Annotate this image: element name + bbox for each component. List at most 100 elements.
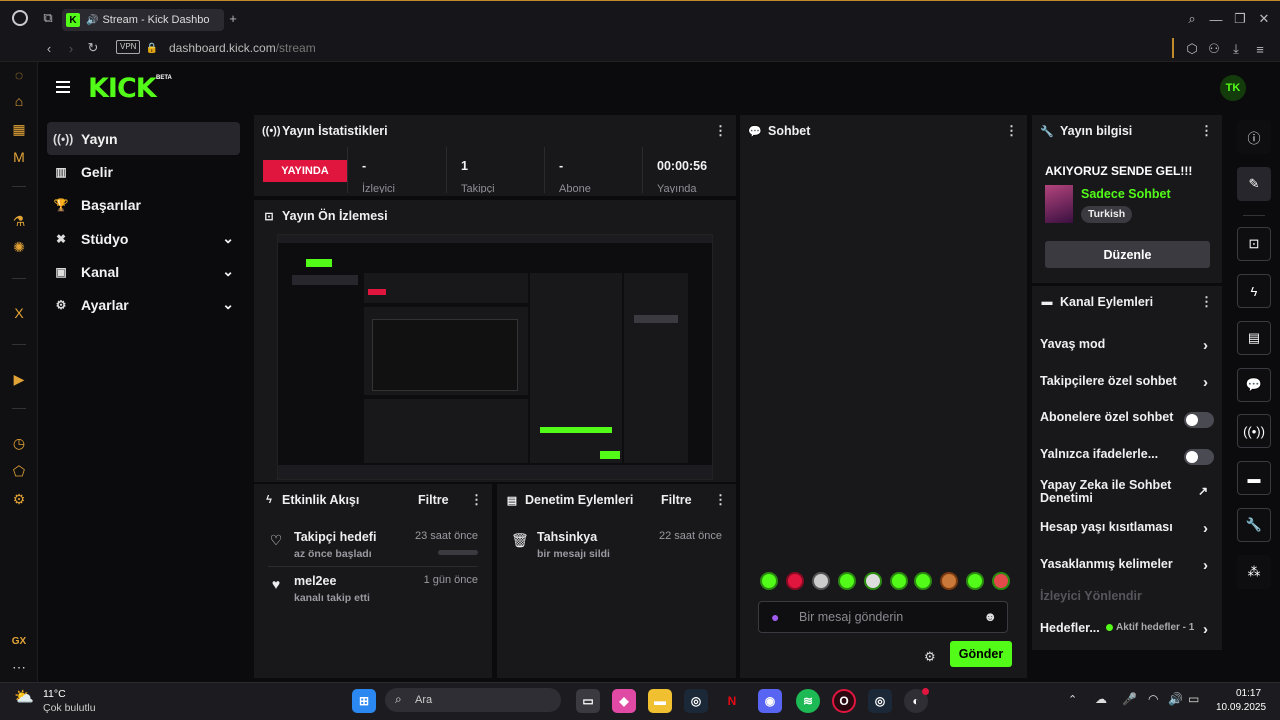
x-twitter-icon[interactable]: X (10, 304, 28, 322)
menu-icon[interactable]: ≡ (1252, 41, 1268, 57)
broadcast-toggle-icon[interactable]: ((•)) (1237, 414, 1271, 448)
emotes-only-toggle[interactable] (1184, 449, 1214, 465)
chevron-up-icon[interactable]: ⌃ (1068, 693, 1077, 706)
task-view-icon[interactable]: ▭ (576, 689, 600, 713)
kick-logo[interactable]: KICK (88, 73, 157, 104)
preview-toggle-icon[interactable]: ⊡ (1237, 227, 1271, 261)
minimize-icon[interactable]: — (1208, 11, 1224, 27)
emote-icon[interactable] (890, 572, 908, 590)
more-icon[interactable]: ⋯ (10, 658, 28, 676)
chat-settings-icon[interactable]: ⚙ (924, 649, 936, 665)
chatgpt-icon[interactable]: ✺ (10, 238, 28, 256)
subscribers-only-toggle[interactable] (1184, 412, 1214, 428)
battery-icon[interactable]: ▭ (1188, 692, 1199, 706)
steam-icon[interactable]: ◎ (684, 689, 708, 713)
action-account-age[interactable]: Hesap yaşı kısıtlaması › (1040, 520, 1214, 542)
forward-icon[interactable]: › (64, 41, 78, 56)
more-options-icon[interactable]: ⋮ (714, 493, 727, 507)
restore-icon[interactable]: ❐ (1232, 11, 1248, 27)
opera-logo-icon[interactable] (12, 10, 28, 26)
emote-icon[interactable] (786, 572, 804, 590)
file-explorer-icon[interactable]: ▬ (648, 689, 672, 713)
download-icon[interactable]: ⤓ (1228, 41, 1244, 57)
copilot-icon[interactable]: ◆ (612, 689, 636, 713)
discord-icon[interactable]: ◉ (758, 689, 782, 713)
action-goals[interactable]: Hedefler... Aktif hedefler - 1 › (1040, 621, 1214, 643)
aria-icon[interactable]: ◌ (10, 66, 28, 84)
new-tab-icon[interactable]: + (226, 11, 240, 26)
onedrive-icon[interactable]: ☁ (1095, 692, 1107, 706)
chat-input[interactable]: ● Bir mesaj gönderin ☻ (758, 601, 1008, 633)
edit-pencil-icon[interactable]: ✎ (1237, 167, 1271, 201)
extensions-side-icon[interactable]: ⬠ (10, 462, 28, 480)
user-avatar[interactable]: TK (1220, 75, 1246, 101)
mail-icon[interactable]: M (10, 148, 28, 166)
emote-icon[interactable] (992, 572, 1010, 590)
settings-side-icon[interactable]: ⚙ (10, 490, 28, 508)
netflix-icon[interactable]: N (720, 689, 744, 713)
stream-preview-video[interactable] (277, 234, 713, 480)
layout-icon[interactable]: ⁂ (1237, 555, 1271, 589)
nav-item-gelir[interactable]: ▥ Gelir (47, 155, 240, 188)
browser-tab[interactable]: K 🔊 Stream - Kick Dashbo (62, 9, 224, 31)
category-link[interactable]: Sadece Sohbet (1081, 187, 1171, 201)
activity-toggle-icon[interactable]: ϟ (1237, 274, 1271, 308)
filter-button[interactable]: Filtre (418, 493, 449, 507)
more-options-icon[interactable]: ⋮ (714, 124, 727, 138)
news-icon[interactable]: ▦ (10, 120, 28, 138)
emote-icon[interactable] (760, 572, 778, 590)
clock-date[interactable]: 10.09.2025 (1216, 702, 1266, 713)
more-options-icon[interactable]: ⋮ (470, 493, 483, 507)
nav-item-kanal[interactable]: ▣ Kanal ⌄ (47, 255, 240, 288)
emoji-icon[interactable]: ☻ (983, 609, 997, 624)
nav-item-studyo[interactable]: ✖ Stüdyo ⌄ (47, 222, 240, 255)
action-emotes-only[interactable]: Yalnızca ifadelerle... (1040, 447, 1214, 469)
volume-icon[interactable]: 🔊 (1168, 692, 1183, 706)
info-toggle-icon[interactable]: 🔧 (1237, 508, 1271, 542)
opera-gx-icon[interactable]: O (832, 689, 856, 713)
emote-icon[interactable] (914, 572, 932, 590)
emote-icon[interactable] (812, 572, 830, 590)
back-icon[interactable]: ‹ (42, 41, 56, 56)
filter-button[interactable]: Filtre (661, 493, 692, 507)
microphone-icon[interactable]: ● (771, 609, 779, 625)
nav-item-yayin[interactable]: ((•)) Yayın (47, 122, 240, 155)
history-icon[interactable]: ◷ (10, 434, 28, 452)
taskbar-search[interactable]: ⌕ Ara (385, 688, 561, 712)
more-options-icon[interactable]: ⋮ (1200, 124, 1213, 138)
edit-button[interactable]: Düzenle (1045, 241, 1210, 268)
action-subscribers-only[interactable]: Abonelere özel sohbet (1040, 410, 1214, 432)
more-options-icon[interactable]: ⋮ (1005, 124, 1018, 138)
reload-icon[interactable]: ↻ (86, 40, 100, 55)
microphone-tray-icon[interactable]: 🎤 (1122, 692, 1137, 706)
crypto-wallet-icon[interactable]: ⌂ (10, 92, 28, 110)
extensions-icon[interactable]: ⬡ (1184, 41, 1200, 57)
emote-icon[interactable] (864, 572, 882, 590)
clock-time[interactable]: 01:17 (1236, 688, 1261, 699)
action-slow-mode[interactable]: Yavaş mod › (1040, 337, 1214, 359)
weather-icon[interactable]: ⛅ (14, 687, 38, 709)
moderation-toggle-icon[interactable]: ▤ (1237, 321, 1271, 355)
gx-icon[interactable]: GX (10, 632, 28, 650)
action-ai-moderation[interactable]: Yapay Zeka ile Sohbet Denetimi ↗ (1040, 479, 1214, 505)
windows-start-icon[interactable]: ⊞ (352, 689, 376, 713)
spotify-icon[interactable]: ≋ (796, 689, 820, 713)
search-tabs-icon[interactable]: ⌕ (1184, 11, 1200, 27)
chat-toggle-icon[interactable]: 💬 (1237, 368, 1271, 402)
player-icon[interactable]: ▶ (10, 370, 28, 388)
hamburger-menu-icon[interactable] (56, 81, 70, 83)
url-text[interactable]: dashboard.kick.com/stream (169, 41, 316, 55)
emote-icon[interactable] (838, 572, 856, 590)
action-banned-words[interactable]: Yasaklanmış kelimeler › (1040, 557, 1214, 579)
info-icon[interactable]: ⓘ (1237, 120, 1271, 154)
nav-item-basarilar[interactable]: 🏆 Başarılar (47, 188, 240, 221)
emote-icon[interactable] (940, 572, 958, 590)
actions-toggle-icon[interactable]: ▬ (1237, 461, 1271, 495)
tab-manager-icon[interactable]: ⧉ (40, 10, 56, 25)
wifi-icon[interactable]: ◠ (1148, 692, 1158, 706)
flask-icon[interactable]: ⚗ (10, 212, 28, 230)
vpn-badge[interactable]: VPN (116, 40, 141, 54)
send-button[interactable]: Gönder (950, 641, 1012, 667)
emote-icon[interactable] (966, 572, 984, 590)
close-window-icon[interactable]: ✕ (1256, 11, 1272, 27)
